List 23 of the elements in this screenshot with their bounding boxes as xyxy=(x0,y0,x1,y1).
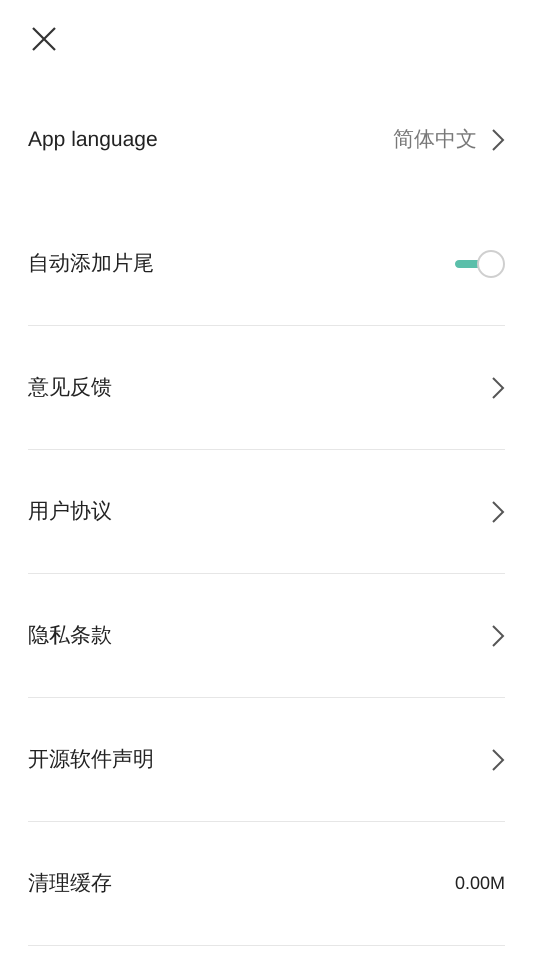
setting-value: 0.00M xyxy=(454,872,505,895)
settings-row[interactable]: 开源软件声明 xyxy=(28,698,505,822)
settings-row[interactable]: 意见反馈 xyxy=(28,326,505,450)
setting-label: 自动添加片尾 xyxy=(28,250,154,277)
settings-row[interactable]: 自动添加片尾 xyxy=(28,202,505,326)
settings-row[interactable]: 隐私条款 xyxy=(28,574,505,698)
setting-value: 简体中文 xyxy=(393,127,477,154)
chevron-icon xyxy=(491,748,505,772)
setting-label: 开源软件声明 xyxy=(28,746,154,773)
setting-label: App language xyxy=(28,127,158,154)
settings-row[interactable]: App language 简体中文 xyxy=(28,78,505,202)
close-button[interactable] xyxy=(30,25,58,53)
settings-row[interactable]: 清理缓存 0.00M xyxy=(28,822,505,946)
setting-label: 意见反馈 xyxy=(28,374,112,401)
chevron-icon xyxy=(491,128,505,152)
toggle-switch[interactable] xyxy=(453,250,505,278)
chevron-icon xyxy=(491,500,505,524)
chevron-icon xyxy=(491,624,505,648)
setting-label: 隐私条款 xyxy=(28,622,112,649)
setting-label: 用户协议 xyxy=(28,498,112,525)
settings-row[interactable]: 用户协议 xyxy=(28,450,505,574)
chevron-icon xyxy=(491,376,505,400)
setting-label: 清理缓存 xyxy=(28,870,112,897)
